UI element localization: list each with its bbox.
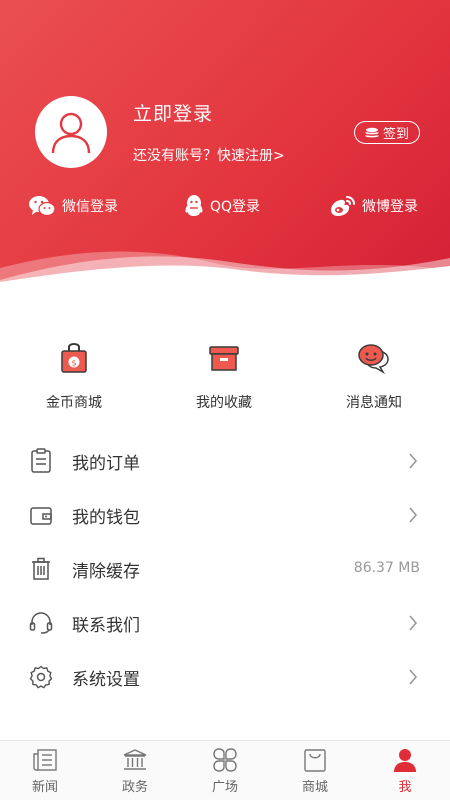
government-icon <box>123 749 147 770</box>
tab-news-label: 新闻 <box>31 780 58 795</box>
weibo-login-button[interactable]: 微博登录 <box>328 194 418 218</box>
square-grid-icon <box>213 748 237 772</box>
wechat-login-label: 微信登录 <box>62 199 118 215</box>
gear-icon <box>29 665 53 689</box>
tab-mall[interactable]: 商城 <box>270 747 360 795</box>
cache-size-value: 86.37 MB <box>353 560 420 576</box>
qq-login-label: QQ登录 <box>210 199 261 215</box>
quick-notifications[interactable]: 消息通知 <box>319 338 429 412</box>
signin-label: 签到 <box>382 127 409 142</box>
headset-icon <box>29 612 53 634</box>
chat-bubble-icon <box>358 344 389 374</box>
header-wave <box>0 251 450 310</box>
tab-government-label: 政务 <box>121 780 148 795</box>
tab-plaza[interactable]: 广场 <box>180 747 270 795</box>
register-link[interactable]: 还没有账号？快速注册> <box>133 145 285 165</box>
bottom-tab-bar: 新闻 政务 广场 商城 我 <box>0 740 450 800</box>
quick-notifications-label: 消息通知 <box>346 395 402 411</box>
tab-mall-label: 商城 <box>301 780 328 795</box>
menu-row-wallet[interactable]: 我的钱包 <box>0 488 450 542</box>
settings-menu: 我的订单 我的钱包 清除缓存 86.37 MB 联系我们 系统设置 <box>0 434 450 704</box>
menu-row-clear-cache[interactable]: 清除缓存 86.37 MB <box>0 542 450 596</box>
avatar[interactable] <box>35 96 107 168</box>
quick-favorites[interactable]: 我的收藏 <box>169 338 279 412</box>
tab-news[interactable]: 新闻 <box>0 747 90 795</box>
chevron-right-icon <box>409 453 418 469</box>
signin-button[interactable]: 签到 <box>354 121 420 144</box>
menu-row-contact[interactable]: 联系我们 <box>0 596 450 650</box>
user-avatar-icon <box>51 112 91 154</box>
tab-plaza-label: 广场 <box>211 780 238 795</box>
person-icon <box>394 749 416 772</box>
tab-me-label: 我 <box>398 780 412 795</box>
wechat-login-button[interactable]: 微信登录 <box>28 194 118 218</box>
quick-coin-mall-label: 金币商城 <box>46 395 102 411</box>
menu-label-clear-cache: 清除缓存 <box>72 562 140 582</box>
weibo-login-label: 微博登录 <box>362 199 418 215</box>
coin-bag-icon: $ <box>61 343 87 373</box>
svg-text:$: $ <box>71 359 76 368</box>
coin-stack-icon <box>365 127 379 137</box>
clipboard-icon <box>31 448 51 473</box>
chevron-right-icon <box>409 669 418 685</box>
menu-row-settings[interactable]: 系统设置 <box>0 650 450 704</box>
menu-label-orders: 我的订单 <box>72 454 140 474</box>
wechat-icon <box>29 196 56 217</box>
quick-favorites-label: 我的收藏 <box>196 395 252 411</box>
quick-actions: $ 金币商城 我的收藏 消息通知 <box>0 338 450 418</box>
menu-label-wallet: 我的钱包 <box>72 508 140 528</box>
menu-label-settings: 系统设置 <box>72 670 140 690</box>
archive-box-icon <box>209 346 239 371</box>
chevron-right-icon <box>409 615 418 631</box>
newspaper-icon <box>33 749 57 771</box>
wallet-icon <box>30 507 52 525</box>
menu-label-contact: 联系我们 <box>72 616 140 636</box>
quick-coin-mall[interactable]: $ 金币商城 <box>19 338 129 412</box>
login-link[interactable]: 立即登录 <box>133 99 213 126</box>
tab-me[interactable]: 我 <box>360 747 450 795</box>
chevron-right-icon <box>409 507 418 523</box>
tab-government[interactable]: 政务 <box>90 747 180 795</box>
qq-icon <box>185 195 203 216</box>
weibo-icon <box>331 196 355 216</box>
profile-header: 立即登录 还没有账号？快速注册> 签到 微信登录 QQ登录 微博登录 <box>0 0 450 310</box>
trash-icon <box>32 557 50 580</box>
shopping-bag-icon <box>304 749 326 772</box>
qq-login-button[interactable]: QQ登录 <box>184 194 260 218</box>
menu-row-orders[interactable]: 我的订单 <box>0 434 450 488</box>
